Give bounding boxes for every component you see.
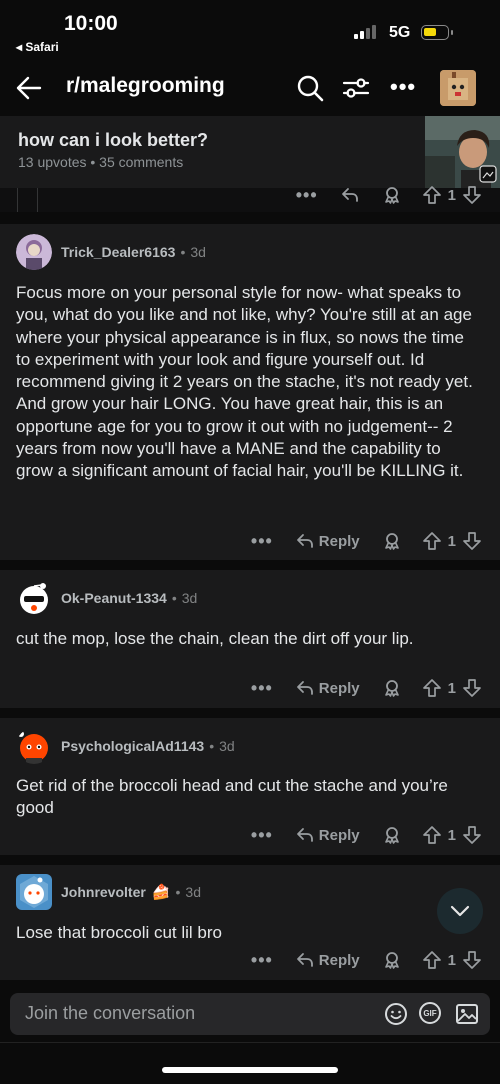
battery-icon bbox=[421, 25, 453, 40]
reply-icon bbox=[295, 678, 315, 698]
comment-header: Ok-Peanut-1334 • 3d bbox=[16, 580, 197, 616]
status-time: 10:00 bbox=[64, 12, 118, 35]
downvote-icon[interactable] bbox=[462, 950, 482, 970]
home-indicator[interactable] bbox=[162, 1067, 338, 1073]
search-icon[interactable] bbox=[296, 74, 324, 107]
gif-icon[interactable]: GIF bbox=[419, 1002, 441, 1024]
more-options-icon[interactable]: ••• bbox=[390, 74, 416, 100]
award-icon[interactable] bbox=[382, 825, 402, 845]
username[interactable]: Trick_Dealer6163 bbox=[61, 244, 175, 260]
meta-dot: • bbox=[175, 884, 181, 900]
reply-button[interactable]: Reply bbox=[295, 531, 360, 551]
reply-icon[interactable] bbox=[340, 185, 360, 205]
scroll-down-button[interactable] bbox=[437, 888, 483, 934]
award-icon[interactable] bbox=[382, 185, 402, 205]
upvote-icon[interactable] bbox=[422, 950, 442, 970]
award-icon[interactable] bbox=[382, 950, 402, 970]
more-icon[interactable]: ••• bbox=[251, 950, 273, 971]
avatar[interactable] bbox=[16, 728, 52, 764]
emoji-icon[interactable] bbox=[384, 1002, 408, 1031]
username[interactable]: Johnrevolter bbox=[61, 884, 146, 900]
downvote-icon[interactable] bbox=[462, 678, 482, 698]
avatar[interactable] bbox=[16, 874, 52, 910]
comment-body: Get rid of the broccoli head and cut the… bbox=[16, 776, 448, 818]
more-icon[interactable]: ••• bbox=[296, 185, 318, 206]
signal-icon bbox=[354, 25, 376, 39]
downvote-icon[interactable] bbox=[462, 185, 482, 205]
comment-header: PsychologicalAd1143 • 3d bbox=[16, 728, 235, 764]
comment-age: 3d bbox=[185, 884, 201, 900]
meta-dot: • bbox=[171, 590, 177, 606]
meta-dot: • bbox=[209, 738, 215, 754]
subreddit-name[interactable]: r/malegrooming bbox=[66, 74, 225, 98]
separator bbox=[0, 212, 500, 222]
comment-input[interactable] bbox=[25, 1003, 355, 1024]
top-nav: r/malegrooming ••• bbox=[0, 62, 500, 114]
comment-age: 3d bbox=[181, 590, 198, 606]
award-icon[interactable] bbox=[382, 678, 402, 698]
reply-icon bbox=[295, 825, 315, 845]
vote-count: 1 bbox=[447, 532, 456, 550]
separator bbox=[0, 855, 500, 865]
separator bbox=[0, 560, 500, 570]
reply-button[interactable]: Reply bbox=[295, 825, 360, 845]
comment-actions: ••• Reply 1 bbox=[251, 529, 482, 553]
user-flair: 🍰 bbox=[151, 884, 171, 901]
back-arrow-icon[interactable] bbox=[14, 74, 42, 107]
filter-icon[interactable] bbox=[342, 74, 370, 107]
more-icon[interactable]: ••• bbox=[251, 531, 273, 552]
more-icon[interactable]: ••• bbox=[251, 678, 273, 699]
reply-button[interactable]: Reply bbox=[295, 950, 360, 970]
comment-age: 3d bbox=[219, 738, 235, 754]
status-bar: 10:00 ◂ Safari 5G bbox=[0, 0, 500, 60]
comment-composer[interactable]: GIF bbox=[10, 993, 490, 1035]
comment: PsychologicalAd1143 • 3d Get rid of the … bbox=[0, 718, 500, 855]
chevron-down-icon bbox=[450, 905, 470, 917]
post-title: how can i look better? bbox=[18, 130, 209, 150]
divider bbox=[0, 1042, 500, 1043]
reply-icon bbox=[295, 531, 315, 551]
vote-count: 1 bbox=[447, 951, 456, 969]
award-icon[interactable] bbox=[382, 531, 402, 551]
upvote-icon[interactable] bbox=[422, 531, 442, 551]
network-type: 5G bbox=[389, 24, 411, 41]
image-icon[interactable] bbox=[455, 1002, 479, 1031]
comment: Trick_Dealer6163 • 3d Focus more on your… bbox=[0, 224, 500, 560]
vote-count: 1 bbox=[447, 679, 456, 697]
comment-body: cut the mop, lose the chain, clean the d… bbox=[16, 629, 414, 648]
comment: Ok-Peanut-1334 • 3d cut the mop, lose th… bbox=[0, 570, 500, 708]
reply-button[interactable]: Reply bbox=[295, 678, 360, 698]
comment-actions: ••• Reply 1 bbox=[251, 676, 482, 700]
upvote-icon[interactable] bbox=[422, 825, 442, 845]
upvote-icon[interactable] bbox=[422, 678, 442, 698]
vote-count: 1 bbox=[447, 826, 456, 844]
comment-actions: ••• Reply 1 bbox=[251, 948, 482, 972]
comment-body: Focus more on your personal style for no… bbox=[16, 283, 473, 481]
back-to-safari-link[interactable]: ◂ Safari bbox=[16, 40, 59, 54]
thread-line bbox=[17, 188, 18, 212]
username[interactable]: PsychologicalAd1143 bbox=[61, 738, 204, 754]
post-meta: 13 upvotes • 35 comments bbox=[18, 154, 184, 170]
comment-body: Lose that broccoli cut lil bro bbox=[16, 923, 222, 942]
comment-header: Johnrevolter 🍰 • 3d bbox=[16, 874, 201, 910]
user-avatar[interactable] bbox=[440, 70, 476, 106]
reply-icon bbox=[295, 950, 315, 970]
vote-count: 1 bbox=[447, 186, 456, 204]
avatar[interactable] bbox=[16, 580, 52, 616]
downvote-icon[interactable] bbox=[462, 825, 482, 845]
comment: Johnrevolter 🍰 • 3d Lose that broccoli c… bbox=[0, 865, 500, 980]
avatar[interactable] bbox=[16, 234, 52, 270]
comment-header: Trick_Dealer6163 • 3d bbox=[16, 234, 206, 270]
separator bbox=[0, 708, 500, 718]
more-icon[interactable]: ••• bbox=[251, 825, 273, 846]
meta-dot: • bbox=[180, 244, 186, 260]
post-thumbnail[interactable] bbox=[425, 116, 500, 188]
downvote-icon[interactable] bbox=[462, 531, 482, 551]
comment-age: 3d bbox=[190, 244, 206, 260]
thread-line bbox=[37, 188, 38, 212]
previous-comment-action-bar: ••• 1 bbox=[296, 183, 482, 207]
comment-actions: ••• Reply 1 bbox=[251, 823, 482, 847]
upvote-icon[interactable] bbox=[422, 185, 442, 205]
username[interactable]: Ok-Peanut-1334 bbox=[61, 590, 167, 606]
